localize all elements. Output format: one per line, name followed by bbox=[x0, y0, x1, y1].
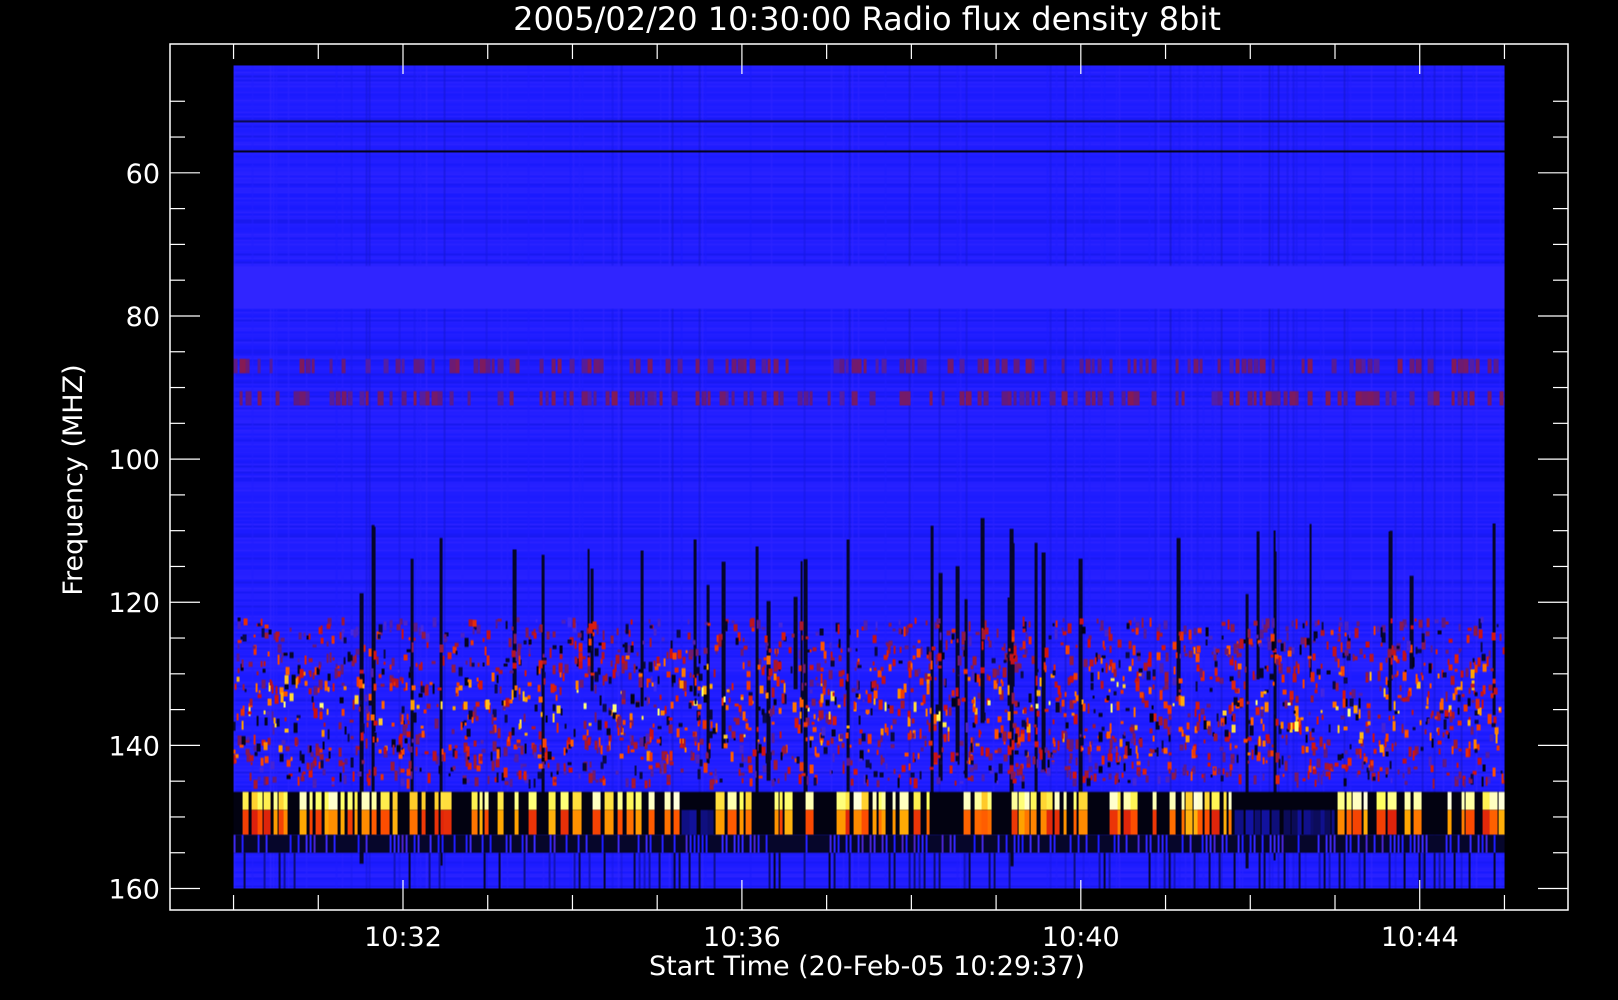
y-tick-label: 140 bbox=[108, 731, 160, 762]
y-tick-label: 160 bbox=[108, 875, 160, 906]
x-axis-label: Start Time (20-Feb-05 10:29:37) bbox=[649, 951, 1085, 982]
x-tick-label: 10:32 bbox=[364, 922, 442, 953]
spectrogram-image bbox=[233, 65, 1505, 889]
x-tick-label: 10:40 bbox=[1042, 922, 1120, 953]
y-tick-label: 60 bbox=[126, 159, 160, 190]
x-tick-label: 10:44 bbox=[1381, 922, 1459, 953]
y-tick-label: 80 bbox=[126, 302, 160, 333]
y-tick-label: 120 bbox=[108, 588, 160, 619]
spectrogram-raster bbox=[233, 65, 1505, 889]
chart-title: 2005/02/20 10:30:00 Radio flux density 8… bbox=[513, 0, 1221, 38]
y-tick-label: 100 bbox=[108, 445, 160, 476]
spectrogram-chart: 2005/02/20 10:30:00 Radio flux density 8… bbox=[58, 0, 1569, 982]
y-axis-label: Frequency (MHZ) bbox=[58, 364, 89, 595]
x-tick-label: 10:36 bbox=[703, 922, 781, 953]
